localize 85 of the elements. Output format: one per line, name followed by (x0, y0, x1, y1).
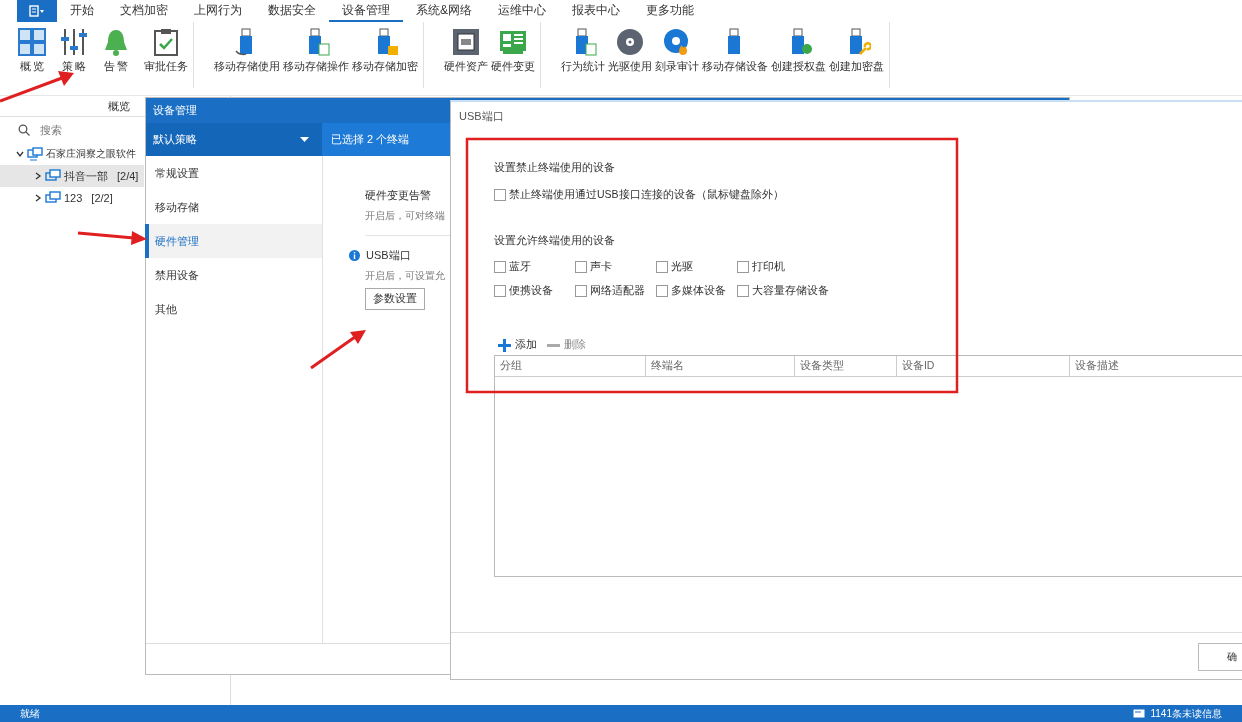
device-checkbox[interactable]: 声卡 (575, 258, 656, 276)
minus-icon (547, 343, 560, 347)
ribbon-button[interactable]: 审批任务 (144, 26, 188, 88)
device-checkbox[interactable]: 多媒体设备 (656, 282, 737, 300)
menu-icon (29, 5, 45, 17)
add-button[interactable]: 添加 (498, 337, 537, 353)
column-header[interactable]: 设备类型 (795, 356, 897, 376)
ribbon-button[interactable]: 告 警 (102, 26, 130, 88)
dropdown-caret-icon (300, 137, 309, 142)
circuit-board-icon (499, 28, 527, 56)
nav-item[interactable]: 其他 (145, 292, 322, 326)
column-header[interactable]: 设备ID (896, 356, 1070, 376)
column-header[interactable]: 设备描述 (1069, 356, 1242, 376)
nav-item[interactable]: 常规设置 (145, 156, 322, 190)
grid-icon (18, 28, 46, 56)
section-title: 设置禁止终端使用的设备 (494, 161, 616, 175)
device-checkbox[interactable]: 网络适配器 (575, 282, 656, 300)
menu-tab[interactable]: 运维中心 (485, 0, 559, 22)
ribbon-button[interactable]: 创建加密盘 (829, 26, 884, 88)
menu-tab[interactable]: 开始 (57, 0, 107, 22)
disc-flame-icon (663, 28, 691, 56)
device-checkbox[interactable]: 蓝牙 (494, 258, 575, 276)
ribbon-button[interactable]: 刻录审计 (655, 26, 699, 88)
chevron-icon (16, 150, 24, 158)
ribbon-button[interactable]: 移动存储设备 (702, 26, 768, 88)
ribbon-button[interactable]: 移动存储加密 (352, 26, 418, 88)
menu-tab[interactable]: 设备管理 (329, 0, 403, 22)
nav-item[interactable]: 硬件管理 (145, 224, 322, 258)
delete-button[interactable]: 删除 (547, 337, 586, 353)
nav-item[interactable]: 禁用设备 (145, 258, 322, 292)
bell-icon (102, 28, 130, 56)
search-icon (18, 124, 30, 136)
clipboard-icon (152, 28, 180, 56)
setting-title: USB端口 (366, 247, 411, 263)
device-checkbox[interactable]: 便携设备 (494, 282, 575, 300)
device-checkbox[interactable]: 光驱 (656, 258, 737, 276)
section-title: 设置允许终端使用的设备 (494, 234, 616, 248)
nav-item[interactable]: 移动存储 (145, 190, 322, 224)
device-checkbox[interactable]: 大容量存储设备 (737, 282, 857, 300)
device-checkbox[interactable]: 禁止终端使用通过USB接口连接的设备（鼠标键盘除外） (494, 186, 1242, 204)
ribbon-button[interactable]: 策 略 (60, 26, 88, 88)
selection-info: 已选择 2 个终端 (330, 132, 410, 147)
chip-icon (452, 28, 480, 56)
setting-description: 开启后，可设置允 (365, 270, 446, 283)
plus-icon (498, 338, 511, 352)
annotation-arrow (77, 231, 147, 245)
policy-dropdown[interactable]: 默认策略 (146, 123, 322, 156)
column-header[interactable]: 分组 (495, 356, 646, 376)
status-text: 就绪 (20, 706, 40, 721)
ribbon-button[interactable]: 硬件变更 (491, 26, 535, 88)
ribbon-button[interactable]: 概 览 (18, 26, 46, 88)
menu-tab[interactable]: 文档加密 (107, 0, 181, 22)
setting-description: 开启后，可对终端 (365, 210, 446, 223)
monitor-icon (45, 191, 61, 205)
network-icon (27, 147, 43, 161)
ribbon-button[interactable]: 移动存储操作 (283, 26, 349, 88)
tree-item[interactable]: 123 [2/2] (0, 187, 144, 209)
disc-icon (616, 28, 644, 56)
sliders-icon (60, 28, 88, 56)
tree-item[interactable]: 抖音一部 [2/4] (0, 165, 144, 187)
column-header[interactable]: 终端名 (645, 356, 796, 376)
ribbon-button[interactable]: 光驱使用 (608, 26, 652, 88)
search-field[interactable]: 搜索 (38, 123, 142, 137)
menu-tab[interactable]: 数据安全 (255, 0, 329, 22)
message-icon (1133, 709, 1146, 718)
device-checkbox[interactable]: 打印机 (737, 258, 857, 276)
ribbon-button[interactable]: 移动存储使用 (214, 26, 280, 88)
menu-tab[interactable]: 上网行为 (181, 0, 255, 22)
info-icon (349, 249, 360, 261)
setting-title: 硬件变更告警 (365, 187, 431, 203)
menu-tab[interactable]: 报表中心 (559, 0, 633, 22)
settings-button[interactable]: 参数设置 (365, 288, 425, 310)
ribbon-button[interactable]: 创建授权盘 (771, 26, 826, 88)
ribbon-button[interactable]: 硬件资产 (444, 26, 488, 88)
ribbon-button[interactable]: 行为统计 (561, 26, 605, 88)
chevron-icon (34, 194, 42, 202)
annotation-arrow (310, 330, 366, 370)
chevron-icon (34, 172, 42, 180)
menu-tab[interactable]: 系统&网络 (403, 0, 485, 22)
menu-tab[interactable]: 更多功能 (633, 0, 707, 22)
dialog-title: USB端口 (458, 109, 505, 124)
unread-messages[interactable]: 1141条未读信息 (1150, 706, 1222, 721)
monitor-icon (45, 169, 61, 183)
app-menu-button[interactable] (17, 0, 57, 22)
confirm-button[interactable]: 确 (1198, 643, 1242, 671)
